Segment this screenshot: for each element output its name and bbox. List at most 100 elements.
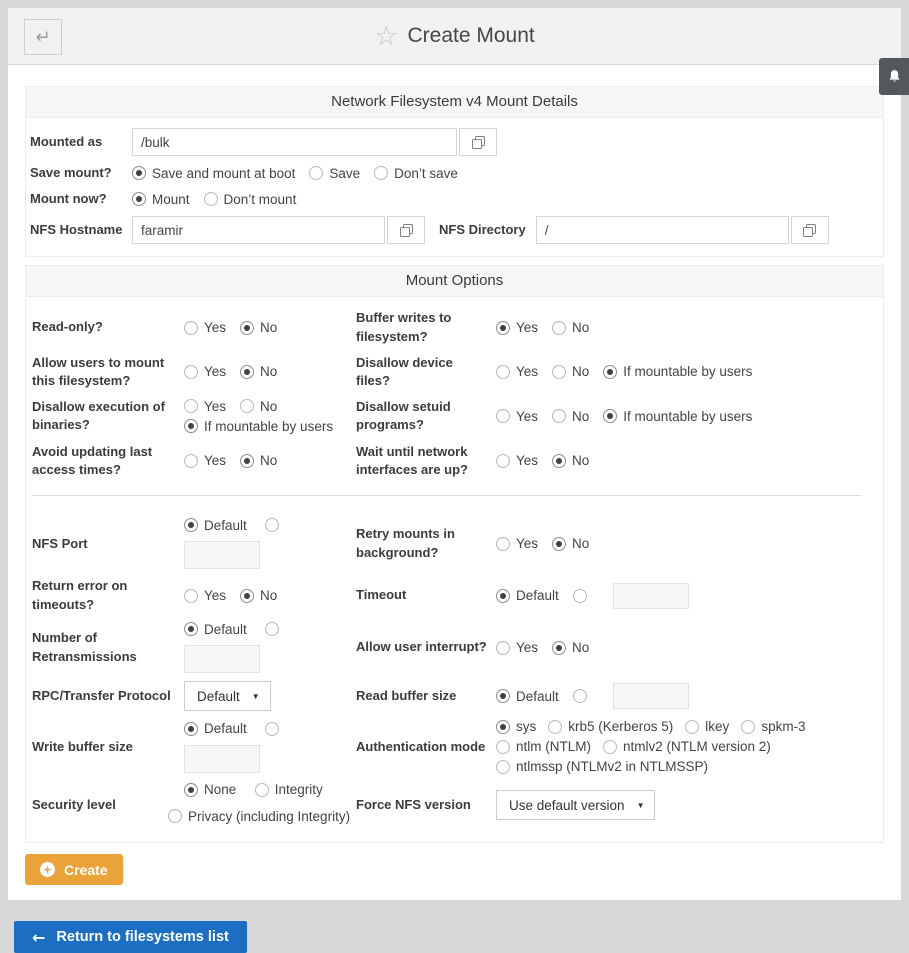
radio-option[interactable]: Yes: [184, 399, 226, 414]
radio-option[interactable]: Yes: [496, 536, 538, 551]
radio-option[interactable]: No: [240, 320, 277, 335]
radio-option[interactable]: If mountable by users: [603, 409, 752, 424]
radio-button[interactable]: [573, 589, 587, 603]
nfs-port-input[interactable]: [184, 541, 260, 569]
radio-button[interactable]: [265, 622, 279, 636]
radio-button[interactable]: [496, 537, 510, 551]
radio-button[interactable]: [741, 720, 755, 734]
radio-option[interactable]: None: [184, 782, 236, 797]
radio-button[interactable]: [184, 419, 198, 433]
radio-option[interactable]: If mountable by users: [603, 364, 752, 379]
radio-button[interactable]: [685, 720, 699, 734]
radio-button[interactable]: [309, 166, 323, 180]
radio-button[interactable]: [552, 454, 566, 468]
radio-option[interactable]: No: [240, 453, 277, 468]
favorite-star-icon[interactable]: ☆: [374, 23, 398, 50]
nfs-hostname-input[interactable]: [132, 216, 385, 244]
timeout-input[interactable]: [613, 583, 689, 609]
radio-option[interactable]: Integrity: [255, 782, 323, 797]
radio-button[interactable]: [265, 518, 279, 532]
radio-button[interactable]: [552, 321, 566, 335]
radio-button[interactable]: [496, 454, 510, 468]
mounted-as-input[interactable]: [132, 128, 457, 156]
radio-option[interactable]: If mountable by users: [184, 419, 333, 434]
radio-button[interactable]: [184, 518, 198, 532]
radio-option[interactable]: ntlmssp (NTLMv2 in NTLMSSP): [496, 759, 708, 774]
radio-option[interactable]: [573, 689, 587, 703]
radio-option[interactable]: lkey: [685, 719, 729, 734]
radio-option[interactable]: Yes: [496, 409, 538, 424]
radio-button[interactable]: [496, 409, 510, 423]
radio-button[interactable]: [496, 740, 510, 754]
radio-button[interactable]: [240, 399, 254, 413]
radio-option[interactable]: No: [552, 453, 589, 468]
radio-option[interactable]: Yes: [184, 453, 226, 468]
radio-option[interactable]: No: [240, 588, 277, 603]
radio-button[interactable]: [603, 409, 617, 423]
radio-option[interactable]: Default: [496, 588, 559, 603]
rpc-protocol-select[interactable]: Default ▼: [184, 681, 271, 711]
radio-option[interactable]: Yes: [184, 320, 226, 335]
radio-button[interactable]: [496, 321, 510, 335]
radio-option[interactable]: [265, 622, 279, 636]
radio-button[interactable]: [548, 720, 562, 734]
radio-button[interactable]: [573, 689, 587, 703]
radio-option[interactable]: No: [552, 320, 589, 335]
radio-option[interactable]: Yes: [496, 364, 538, 379]
nfs-directory-input[interactable]: [536, 216, 789, 244]
write-buffer-input[interactable]: [184, 745, 260, 773]
radio-option[interactable]: No: [552, 640, 589, 655]
radio-button[interactable]: [496, 720, 510, 734]
radio-option[interactable]: No: [240, 364, 277, 379]
radio-button[interactable]: [184, 622, 198, 636]
radio-button[interactable]: [496, 589, 510, 603]
radio-option[interactable]: [265, 722, 279, 736]
radio-button[interactable]: [255, 783, 269, 797]
radio-button[interactable]: [240, 589, 254, 603]
back-button[interactable]: ↵: [24, 19, 62, 55]
radio-button[interactable]: [204, 192, 218, 206]
radio-button[interactable]: [552, 537, 566, 551]
radio-option[interactable]: No: [552, 536, 589, 551]
return-button[interactable]: ← Return to filesystems list: [14, 921, 247, 953]
radio-option[interactable]: Yes: [184, 364, 226, 379]
radio-button[interactable]: [168, 809, 182, 823]
radio-button[interactable]: [184, 722, 198, 736]
radio-option[interactable]: sys: [496, 719, 536, 734]
radio-button[interactable]: [240, 365, 254, 379]
mounted-as-chooser-button[interactable]: [459, 128, 497, 156]
force-nfs-version-select[interactable]: Use default version ▼: [496, 790, 655, 820]
radio-button[interactable]: [265, 722, 279, 736]
radio-button[interactable]: [552, 365, 566, 379]
radio-button[interactable]: [240, 321, 254, 335]
radio-option[interactable]: No: [240, 399, 277, 414]
radio-option[interactable]: Yes: [496, 640, 538, 655]
radio-button[interactable]: [496, 365, 510, 379]
radio-option[interactable]: No: [552, 364, 589, 379]
radio-option[interactable]: Don’t save: [374, 166, 458, 181]
radio-button[interactable]: [132, 166, 146, 180]
radio-button[interactable]: [132, 192, 146, 206]
radio-option[interactable]: Yes: [496, 320, 538, 335]
radio-button[interactable]: [184, 399, 198, 413]
radio-button[interactable]: [374, 166, 388, 180]
radio-option[interactable]: Default: [184, 721, 247, 736]
radio-option[interactable]: [265, 518, 279, 532]
radio-option[interactable]: Save and mount at boot: [132, 166, 295, 181]
radio-option[interactable]: Mount: [132, 192, 190, 207]
nfs-hostname-chooser-button[interactable]: [387, 216, 425, 244]
radio-button[interactable]: [184, 321, 198, 335]
radio-option[interactable]: [573, 589, 587, 603]
radio-button[interactable]: [552, 409, 566, 423]
radio-button[interactable]: [496, 760, 510, 774]
radio-option[interactable]: ntlm (NTLM): [496, 739, 591, 754]
radio-option[interactable]: ntmlv2 (NTLM version 2): [603, 739, 771, 754]
radio-button[interactable]: [184, 783, 198, 797]
radio-button[interactable]: [240, 454, 254, 468]
radio-button[interactable]: [603, 365, 617, 379]
radio-option[interactable]: Default: [184, 518, 247, 533]
radio-option[interactable]: spkm-3: [741, 719, 805, 734]
nfs-directory-chooser-button[interactable]: [791, 216, 829, 244]
radio-option[interactable]: Save: [309, 166, 360, 181]
radio-button[interactable]: [184, 454, 198, 468]
